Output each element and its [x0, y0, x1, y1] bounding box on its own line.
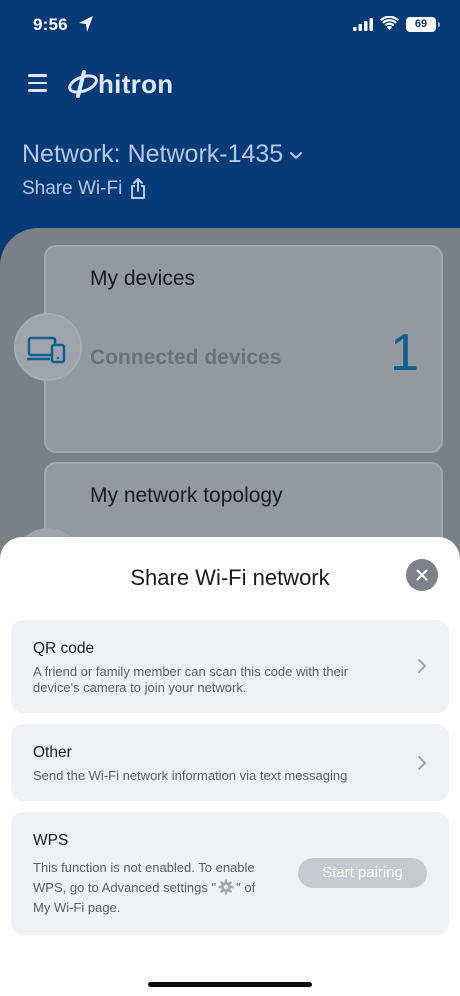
network-label: Network: Network-1435 — [22, 140, 284, 168]
other-title: Other — [33, 744, 72, 761]
hitron-logo-icon — [68, 70, 98, 98]
wps-option: WPS This function is not enabled. To ena… — [11, 812, 449, 935]
location-arrow-icon — [79, 16, 93, 32]
close-button[interactable] — [406, 559, 438, 591]
other-description: Send the Wi-Fi network information via t… — [33, 768, 348, 783]
qr-code-title: QR code — [33, 640, 95, 657]
battery-icon: 69 — [406, 17, 440, 32]
my-devices-title: My devices — [90, 267, 196, 290]
home-indicator — [148, 982, 312, 987]
devices-icon — [27, 336, 66, 364]
devices-badge — [14, 313, 82, 381]
wifi-icon — [380, 16, 399, 30]
status-time: 9:56 — [33, 15, 68, 34]
signal-icon — [353, 18, 373, 31]
share-wifi-link[interactable]: Share Wi-Fi — [22, 178, 146, 200]
menu-icon[interactable] — [28, 74, 48, 94]
chevron-right-icon — [418, 659, 426, 673]
other-option[interactable]: Other Send the Wi-Fi network information… — [11, 724, 449, 801]
hitron-logo: hitron — [66, 68, 173, 100]
status-bar: 9:56 69 — [0, 0, 460, 52]
share-wifi-sheet: Share Wi-Fi network QR code A friend or … — [0, 537, 460, 996]
qr-code-description: A friend or family member can scan this … — [33, 664, 349, 695]
wps-description: This function is not enabled. To enable … — [33, 858, 263, 918]
network-topology-title: My network topology — [90, 484, 283, 507]
wps-title: WPS — [33, 832, 69, 849]
share-icon — [131, 178, 146, 199]
qr-code-option[interactable]: QR code A friend or family member can sc… — [11, 620, 449, 713]
chevron-right-icon — [418, 756, 426, 770]
gear-icon — [218, 879, 234, 895]
chevron-down-icon — [290, 151, 303, 159]
share-wifi-label: Share Wi-Fi — [22, 178, 123, 199]
my-devices-card[interactable]: My devices Connected devices 1 — [44, 245, 443, 453]
connected-devices-count: 1 — [390, 324, 419, 382]
network-selector[interactable]: Network: Network-1435 — [22, 140, 303, 169]
close-icon — [416, 569, 428, 581]
start-pairing-button[interactable]: Start pairing — [298, 858, 427, 888]
connected-devices-label: Connected devices — [90, 346, 282, 369]
brand-name: hitron — [98, 68, 174, 99]
sheet-title: Share Wi-Fi network — [130, 565, 330, 590]
